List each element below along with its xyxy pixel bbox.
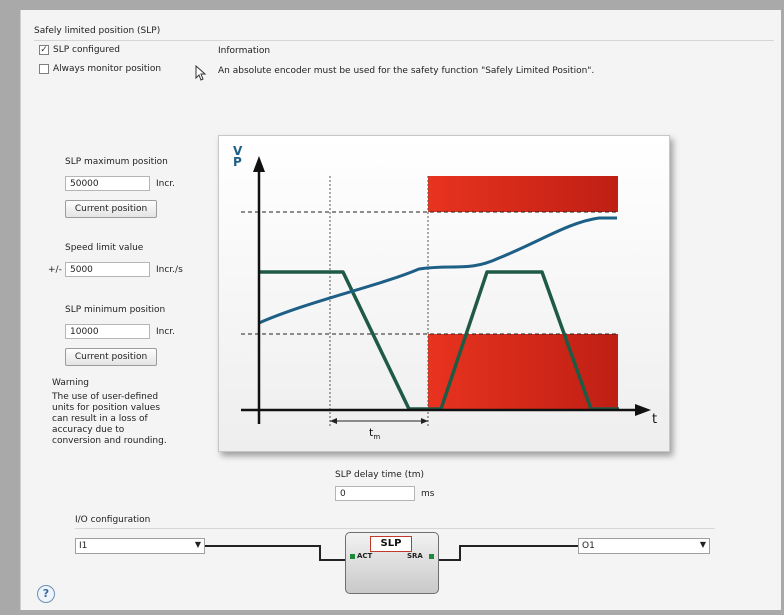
delay-label: SLP delay time (tm) [335,470,424,480]
slp-diagram: V P t tm [218,135,670,452]
sra-label: SRA [407,552,423,560]
speed-limit-label: Speed limit value [65,243,144,253]
chevron-down-icon: ▼ [194,540,201,549]
slp-min-unit: Incr. [156,327,176,337]
speed-limit-unit: Incr./s [156,265,183,275]
delay-input[interactable]: 0 [335,486,415,501]
delay-unit: ms [421,489,435,499]
io-title: I/O configuration [75,515,151,525]
act-label: ACT [357,552,373,560]
slp-max-current-position-button[interactable]: Current position [65,200,157,218]
mouse-pointer-icon [195,65,207,81]
slp-max-unit: Incr. [156,179,176,189]
speed-limit-prefix: +/- [48,265,62,275]
chevron-down-icon: ▼ [699,540,706,549]
slp-min-label: SLP minimum position [65,305,166,315]
group-title: Safely limited position (SLP) [34,26,161,36]
slp-block-label: SLP [370,536,412,552]
slp-max-input[interactable]: 50000 [65,176,150,191]
slp-min-input[interactable]: 10000 [65,324,150,339]
info-text: An absolute encoder must be used for the… [218,66,595,76]
warning-title: Warning [52,378,90,388]
always-monitor-checkbox[interactable] [39,64,49,74]
speed-limit-input[interactable]: 5000 [65,262,150,277]
act-connector [350,554,355,559]
slp-configured-checkbox[interactable]: ✓ [39,45,49,55]
slp-function-block: SLP ACT SRA [345,532,439,594]
x-axis-label: t [652,412,658,427]
lower-forbidden-zone [428,334,618,410]
upper-forbidden-zone [428,176,618,212]
info-title: Information [218,46,271,56]
input-select[interactable]: I1 ▼ [75,538,205,554]
warning-text: The use of user-defined units for positi… [52,392,167,446]
tm-label: tm [369,426,381,442]
help-icon[interactable]: ? [37,585,55,603]
slp-min-current-position-button[interactable]: Current position [65,348,157,366]
sra-connector [429,554,434,559]
output-select[interactable]: O1 ▼ [578,538,710,554]
x-axis-arrow [635,404,651,416]
slp-configured-label: SLP configured [53,45,121,55]
group-divider [34,40,774,41]
slp-max-label: SLP maximum position [65,157,168,167]
y-axis-arrow [253,156,265,172]
io-divider [75,528,715,529]
y-axis-label: V P [233,144,243,169]
always-monitor-label: Always monitor position [53,64,162,74]
